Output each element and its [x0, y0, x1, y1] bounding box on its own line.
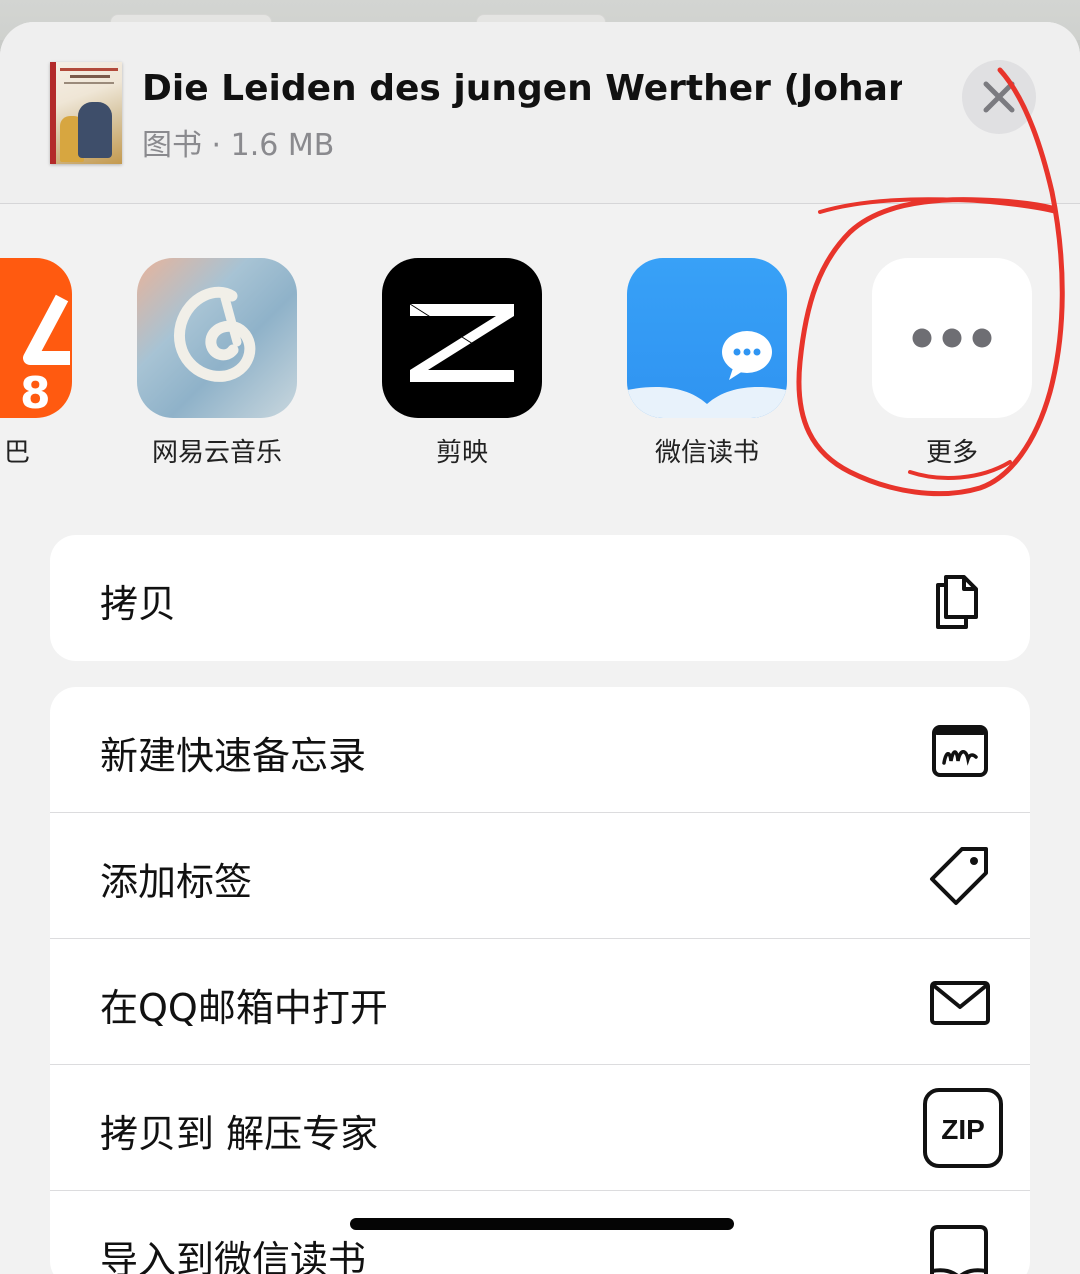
book-title: Die Leiden des jungen Werther (Johann... — [142, 68, 902, 109]
share-sheet: Die Leiden des jungen Werther (Johann...… — [0, 22, 1080, 1274]
quick-note-icon — [932, 725, 988, 777]
zip-icon-text: ZIP — [941, 1114, 985, 1145]
close-button[interactable] — [962, 60, 1036, 134]
action-label: 导入到微信读书 — [100, 1238, 367, 1274]
action-copy-to-unzip[interactable]: 拷贝到 解压专家 ZIP — [50, 1065, 1030, 1191]
action-open-qq-mail[interactable]: 在QQ邮箱中打开 — [50, 939, 1030, 1065]
app-label: 巴 — [3, 438, 30, 468]
app-label: 微信读书 — [654, 438, 759, 468]
action-label: 新建快速备忘录 — [100, 734, 367, 778]
book-icon — [930, 1225, 988, 1274]
copy-icon — [936, 575, 978, 629]
home-indicator[interactable] — [350, 1218, 734, 1230]
mail-icon — [930, 981, 990, 1025]
taobao-app-icon: 8 — [0, 258, 72, 418]
action-group-more: 新建快速备忘录 添加标签 在QQ邮箱中打开 拷贝到 解压专家 ZIP 导入到微信… — [50, 687, 1030, 1274]
action-add-tag[interactable]: 添加标签 — [50, 813, 1030, 939]
action-label: 在QQ邮箱中打开 — [100, 986, 388, 1030]
app-capcut[interactable]: 剪映 — [362, 258, 562, 469]
weread-app-icon — [627, 258, 787, 418]
netease-music-app-icon — [137, 258, 297, 418]
action-label: 拷贝到 解压专家 — [100, 1112, 379, 1156]
header-divider — [0, 203, 1080, 204]
share-sheet-header: Die Leiden des jungen Werther (Johann...… — [0, 22, 1080, 203]
action-label: 添加标签 — [100, 860, 253, 904]
action-group-copy: 拷贝 — [50, 535, 1030, 661]
action-copy[interactable]: 拷贝 — [50, 535, 1030, 661]
book-cover-thumbnail — [50, 62, 122, 164]
action-label: 拷贝 — [100, 582, 177, 626]
svg-text:8: 8 — [20, 368, 51, 418]
zip-icon: ZIP — [923, 1088, 1003, 1168]
app-netease-music[interactable]: 网易云音乐 — [117, 258, 317, 469]
app-taobao[interactable]: 8 巴 — [0, 258, 92, 469]
tag-icon — [930, 847, 988, 905]
book-meta: 图书 · 1.6 MB — [142, 128, 335, 163]
action-quick-note[interactable]: 新建快速备忘录 — [50, 687, 1030, 813]
app-weread[interactable]: 微信读书 — [607, 258, 807, 469]
app-label: 网易云音乐 — [151, 438, 282, 468]
action-import-weread[interactable]: 导入到微信读书 — [50, 1191, 1030, 1274]
app-label: 剪映 — [435, 438, 488, 468]
app-more[interactable]: 更多 — [852, 258, 1052, 469]
close-icon — [983, 81, 1015, 113]
app-label: 更多 — [925, 438, 978, 468]
more-dots-icon — [872, 258, 1032, 418]
capcut-app-icon — [382, 258, 542, 418]
